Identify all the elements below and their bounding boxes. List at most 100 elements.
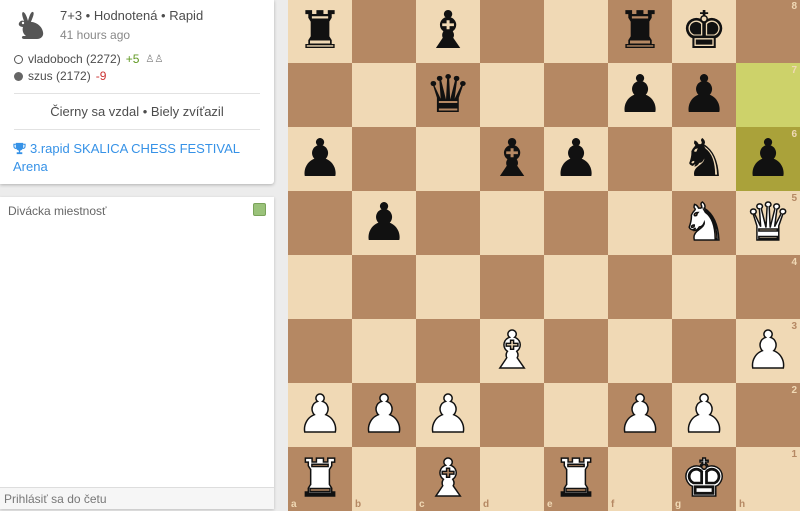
black-queen-piece[interactable]: ♛: [416, 63, 480, 127]
square-h6[interactable]: 6 ♟: [736, 127, 800, 191]
square-h2[interactable]: 2: [736, 383, 800, 447]
black-rook-piece[interactable]: ♜: [608, 0, 672, 63]
black-pawn-piece[interactable]: ♟: [736, 127, 800, 191]
square-d2[interactable]: [480, 383, 544, 447]
square-h3[interactable]: 3 ♟: [736, 319, 800, 383]
black-pawn-piece[interactable]: ♟: [672, 63, 736, 127]
square-c7[interactable]: ♛: [416, 63, 480, 127]
square-a5[interactable]: [288, 191, 352, 255]
square-c2[interactable]: ♟: [416, 383, 480, 447]
white-queen-piece[interactable]: ♛: [736, 191, 800, 255]
white-bishop-piece[interactable]: ♝: [416, 447, 480, 511]
square-a3[interactable]: [288, 319, 352, 383]
black-pawn-piece[interactable]: ♟: [352, 191, 416, 255]
square-h1[interactable]: 1h: [736, 447, 800, 511]
white-pawn-piece[interactable]: ♟: [672, 383, 736, 447]
chat-input[interactable]: [0, 487, 274, 509]
square-g3[interactable]: [672, 319, 736, 383]
square-a4[interactable]: [288, 255, 352, 319]
square-b7[interactable]: [352, 63, 416, 127]
square-g1[interactable]: g ♚: [672, 447, 736, 511]
square-d5[interactable]: [480, 191, 544, 255]
square-g4[interactable]: [672, 255, 736, 319]
square-c3[interactable]: [416, 319, 480, 383]
square-g7[interactable]: ♟: [672, 63, 736, 127]
square-d6[interactable]: ♝: [480, 127, 544, 191]
square-e7[interactable]: [544, 63, 608, 127]
square-b3[interactable]: [352, 319, 416, 383]
square-g5[interactable]: ♞: [672, 191, 736, 255]
square-a1[interactable]: a ♜: [288, 447, 352, 511]
square-d4[interactable]: [480, 255, 544, 319]
square-c1[interactable]: c ♝: [416, 447, 480, 511]
square-e8[interactable]: [544, 0, 608, 63]
white-knight-piece[interactable]: ♞: [672, 191, 736, 255]
black-knight-piece[interactable]: ♞: [672, 127, 736, 191]
square-c6[interactable]: [416, 127, 480, 191]
black-bishop-piece[interactable]: ♝: [416, 0, 480, 63]
white-rook-piece[interactable]: ♜: [544, 447, 608, 511]
player-black-rating-diff: -9: [95, 69, 107, 83]
white-pawn-piece[interactable]: ♟: [352, 383, 416, 447]
chat-panel: Divácka miestnosť: [0, 197, 274, 509]
black-pawn-piece[interactable]: ♟: [288, 127, 352, 191]
game-time: 41 hours ago: [60, 28, 131, 42]
square-h8[interactable]: 8: [736, 0, 800, 63]
square-e6[interactable]: ♟: [544, 127, 608, 191]
square-b2[interactable]: ♟: [352, 383, 416, 447]
square-a8[interactable]: ♜: [288, 0, 352, 63]
white-pawn-piece[interactable]: ♟: [608, 383, 672, 447]
square-f4[interactable]: [608, 255, 672, 319]
square-f6[interactable]: [608, 127, 672, 191]
player-black-name[interactable]: szus (2172): [28, 69, 91, 83]
square-h5[interactable]: 5 ♛: [736, 191, 800, 255]
square-c8[interactable]: ♝: [416, 0, 480, 63]
white-king-piece[interactable]: ♚: [672, 447, 736, 511]
player-white-name[interactable]: vladoboch (2272): [28, 52, 121, 66]
square-a6[interactable]: ♟: [288, 127, 352, 191]
chat-toggle-checkbox[interactable]: [253, 203, 266, 216]
square-b1[interactable]: b: [352, 447, 416, 511]
square-b5[interactable]: ♟: [352, 191, 416, 255]
square-e1[interactable]: e ♜: [544, 447, 608, 511]
chess-board[interactable]: ♜ ♝ ♜ ♚ 8 ♛ ♟ ♟ 7 ♟ ♝ ♟ ♞ 6 ♟ ♟ ♞ 5 ♛ 4 ♝ 3 ♟ ♟ ♟ ♟ ♟ ♟ 2 a ♜ b c ♝ d e ♜ f g ♚…: [288, 0, 800, 511]
white-pawn-piece[interactable]: ♟: [416, 383, 480, 447]
square-e4[interactable]: [544, 255, 608, 319]
square-b8[interactable]: [352, 0, 416, 63]
square-g6[interactable]: ♞: [672, 127, 736, 191]
square-e2[interactable]: [544, 383, 608, 447]
square-f3[interactable]: [608, 319, 672, 383]
black-pawn-piece[interactable]: ♟: [608, 63, 672, 127]
black-king-piece[interactable]: ♚: [672, 0, 736, 63]
square-g8[interactable]: ♚: [672, 0, 736, 63]
square-e5[interactable]: [544, 191, 608, 255]
square-c5[interactable]: [416, 191, 480, 255]
square-f8[interactable]: ♜: [608, 0, 672, 63]
square-f7[interactable]: ♟: [608, 63, 672, 127]
square-d7[interactable]: [480, 63, 544, 127]
square-d1[interactable]: d: [480, 447, 544, 511]
square-b6[interactable]: [352, 127, 416, 191]
white-pawn-piece[interactable]: ♟: [736, 319, 800, 383]
square-b4[interactable]: [352, 255, 416, 319]
white-pawn-piece[interactable]: ♟: [288, 383, 352, 447]
square-d3[interactable]: ♝: [480, 319, 544, 383]
square-c4[interactable]: [416, 255, 480, 319]
black-pawn-piece[interactable]: ♟: [544, 127, 608, 191]
square-d8[interactable]: [480, 0, 544, 63]
black-rook-piece[interactable]: ♜: [288, 0, 352, 63]
square-h7[interactable]: 7: [736, 63, 800, 127]
tournament-link[interactable]: 3.rapid SKALICA CHESS FESTIVAL Arena: [13, 140, 263, 176]
square-e3[interactable]: [544, 319, 608, 383]
square-h4[interactable]: 4: [736, 255, 800, 319]
square-f2[interactable]: ♟: [608, 383, 672, 447]
square-a7[interactable]: [288, 63, 352, 127]
black-bishop-piece[interactable]: ♝: [480, 127, 544, 191]
square-g2[interactable]: ♟: [672, 383, 736, 447]
white-dot-icon: [14, 54, 23, 64]
square-a2[interactable]: ♟: [288, 383, 352, 447]
white-rook-piece[interactable]: ♜: [288, 447, 352, 511]
white-bishop-piece[interactable]: ♝: [480, 319, 544, 383]
square-f1[interactable]: f: [608, 447, 672, 511]
square-f5[interactable]: [608, 191, 672, 255]
